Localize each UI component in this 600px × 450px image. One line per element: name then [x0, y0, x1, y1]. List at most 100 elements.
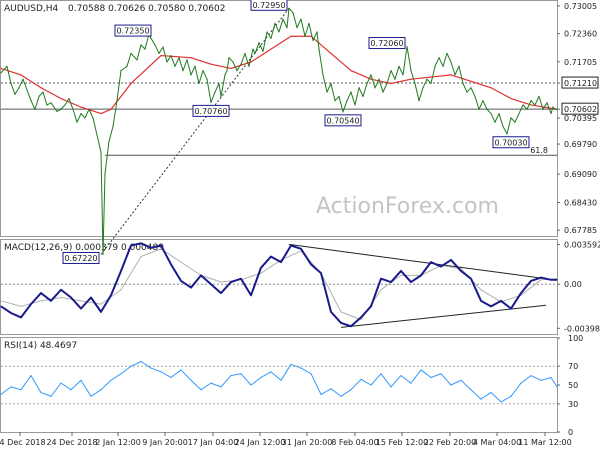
- price-point: [394, 78, 396, 80]
- rsi-point: [490, 391, 492, 394]
- rsi-title: RSI(14) 48.4697: [4, 341, 77, 351]
- price-point: [288, 7, 290, 9]
- macd-point: [420, 274, 422, 276]
- price-point: [362, 95, 364, 97]
- price-point: [522, 104, 524, 106]
- price-point: [240, 63, 242, 65]
- ma-point: [390, 82, 392, 85]
- signal-point: [120, 289, 122, 291]
- macd-point: [260, 267, 262, 269]
- price-tick-label: 0.67785: [564, 226, 597, 235]
- macd-point: [140, 242, 142, 244]
- price-point: [330, 82, 332, 85]
- ma-point: [60, 97, 62, 100]
- ma-point: [530, 104, 532, 106]
- x-tick-label: 24 Jan 12:00: [235, 438, 286, 447]
- price-point: [84, 117, 86, 119]
- signal-point: [80, 300, 82, 302]
- signal-point: [60, 296, 62, 299]
- macd-point: [240, 278, 242, 280]
- macd-point: [490, 305, 492, 307]
- x-tick-label: 24 Dec 2018: [46, 438, 97, 447]
- rsi-point: [170, 376, 172, 379]
- rsi-point: [480, 398, 482, 400]
- rsi-point: [70, 389, 72, 391]
- price-point: [26, 89, 28, 91]
- macd-point: [230, 281, 232, 283]
- price-point: [100, 151, 102, 153]
- rsi-point: [50, 395, 52, 397]
- price-point: [482, 100, 484, 102]
- rsi-point: [470, 389, 472, 391]
- ma-point: [230, 67, 232, 70]
- rsi-point: [200, 389, 202, 391]
- price-point: [546, 102, 548, 104]
- price-point: [38, 95, 40, 97]
- macd-point: [70, 296, 72, 299]
- signal-point: [0, 300, 2, 302]
- x-tick-label: 15 Feb 12:00: [376, 438, 428, 447]
- macd-point: [10, 312, 12, 314]
- chart-stage: ActionForex.com AUDUSD,H4 0.70588 0.7062…: [0, 0, 600, 450]
- price-point: [166, 61, 168, 63]
- macd-point: [340, 322, 342, 324]
- price-point: [326, 91, 328, 93]
- price-point: [300, 18, 302, 20]
- price-point: [354, 104, 356, 106]
- rsi-point: [540, 379, 542, 381]
- price-point: [322, 74, 324, 76]
- ma-point: [270, 48, 272, 50]
- rsi-tick-label: 0: [568, 428, 573, 437]
- price-point: [96, 134, 98, 136]
- macd-point: [470, 278, 472, 280]
- rsi-point: [350, 389, 352, 391]
- macd-point: [200, 274, 202, 276]
- price-point: [206, 78, 208, 80]
- price-point: [518, 112, 520, 115]
- macd-point: [50, 300, 52, 302]
- x-tick-label: 17 Jan 04:00: [188, 438, 239, 447]
- price-point: [474, 95, 476, 97]
- macd-point: [100, 311, 102, 313]
- price-point: [236, 69, 238, 72]
- macd-tick-label: 0.00: [564, 280, 582, 289]
- macd-point: [370, 305, 372, 307]
- rsi-point: [360, 378, 362, 380]
- rsi-point: [390, 386, 392, 388]
- price-point: [426, 78, 428, 80]
- price-point: [402, 74, 404, 76]
- price-point: [158, 52, 160, 55]
- macd-point: [300, 248, 302, 250]
- signal-point: [260, 272, 262, 274]
- macd-point: [20, 316, 22, 319]
- price-point: [218, 82, 220, 85]
- price-point: [210, 101, 212, 103]
- price-point: [56, 110, 58, 113]
- price-point: [304, 35, 306, 37]
- price-point: [266, 31, 268, 33]
- price-point: [438, 57, 440, 59]
- price-annotation-label: 0.72060: [370, 39, 403, 48]
- ma-point: [430, 76, 432, 78]
- price-point: [258, 42, 260, 44]
- price-point: [178, 57, 180, 59]
- price-point: [42, 91, 44, 93]
- macd-point: [30, 303, 32, 305]
- x-tick-label: 2 Jan 12:00: [95, 438, 141, 447]
- price-point: [190, 74, 192, 76]
- ma-point: [0, 67, 2, 70]
- rsi-point: [140, 360, 142, 363]
- rsi-point: [290, 363, 292, 365]
- ma-point: [80, 106, 82, 108]
- signal-point: [100, 303, 102, 305]
- price-point: [366, 82, 368, 85]
- price-annotation-label: 0.67220: [64, 254, 97, 263]
- macd-point: [180, 280, 182, 282]
- price-point: [202, 69, 204, 72]
- macd-point: [80, 307, 82, 310]
- ma-point: [450, 74, 452, 76]
- background: [0, 0, 600, 450]
- price-point: [370, 74, 372, 76]
- rsi-point: [260, 376, 262, 379]
- price-point: [274, 22, 276, 24]
